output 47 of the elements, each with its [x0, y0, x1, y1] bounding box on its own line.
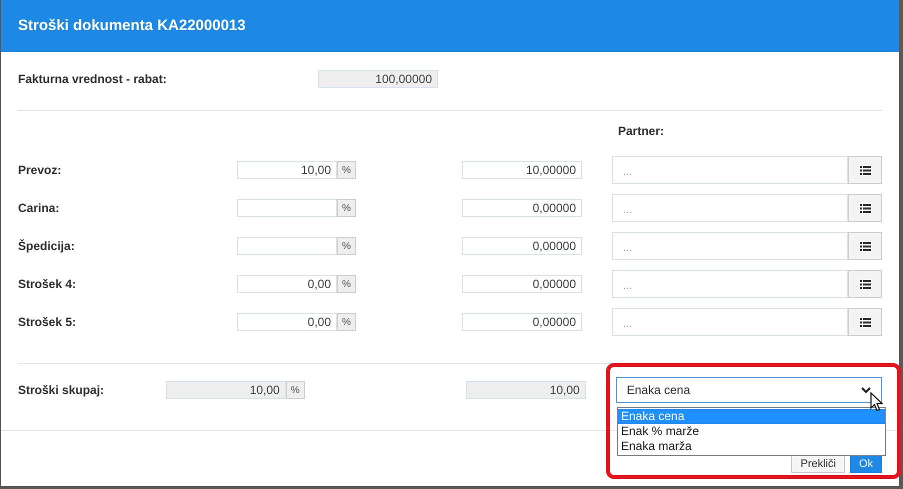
percent-field[interactable] [237, 199, 337, 217]
partner-list-button[interactable] [848, 156, 882, 184]
list-icon [860, 280, 870, 288]
partner-list-button[interactable] [848, 232, 882, 260]
distribution-select[interactable]: Enaka cena [616, 377, 882, 403]
amount-field[interactable]: 10,00000 [462, 161, 582, 179]
percent-addon: % [286, 381, 305, 399]
percent-addon: % [337, 313, 356, 331]
percent-addon: % [337, 275, 356, 293]
percent-field[interactable]: 0,00 [237, 275, 337, 293]
partner-list-button[interactable] [848, 270, 882, 298]
list-icon [860, 204, 870, 212]
partner-list-button[interactable] [848, 194, 882, 222]
field-label: Špedicija: [18, 238, 76, 255]
partner-heading: Partner: [618, 123, 664, 140]
list-icon [860, 242, 870, 250]
percent-addon: % [337, 199, 356, 217]
field-label: Stroški skupaj: [18, 382, 106, 399]
partner-field[interactable]: ... [612, 308, 848, 336]
list-icon [860, 318, 870, 326]
amount-field[interactable]: 0,00000 [462, 237, 582, 255]
amount-field[interactable]: 0,00000 [462, 275, 582, 293]
amount-field[interactable]: 0,00000 [462, 199, 582, 217]
field-label: Prevoz: [18, 162, 62, 179]
field-label: Strošek 5: [18, 314, 78, 331]
partner-field[interactable]: ... [612, 270, 848, 298]
field-label: Fakturna vrednost - rabat: [18, 71, 168, 88]
partner-field[interactable]: ... [612, 194, 848, 222]
list-icon [860, 166, 870, 174]
field-label: Carina: [18, 200, 60, 217]
percent-addon: % [337, 161, 356, 179]
dropdown-option[interactable]: Enaka marža [618, 439, 885, 454]
partner-list-button[interactable] [848, 308, 882, 336]
dropdown-option[interactable]: Enak % marže [618, 424, 885, 439]
percent-field[interactable] [237, 237, 337, 255]
invoice-value-field[interactable]: 100,00000 [318, 70, 438, 88]
total-percent-field[interactable]: 10,00 [166, 381, 286, 399]
chevron-down-icon [861, 386, 871, 394]
partner-field[interactable]: ... [612, 232, 848, 260]
partner-field[interactable]: ... [612, 156, 848, 184]
percent-field[interactable]: 10,00 [237, 161, 337, 179]
percent-addon: % [337, 237, 356, 255]
dialog-title: Stroški dokumenta KA22000013 [18, 16, 246, 36]
total-amount-field[interactable]: 10,00 [466, 381, 586, 399]
percent-field[interactable]: 0,00 [237, 313, 337, 331]
field-label: Strošek 4: [18, 276, 78, 293]
amount-field[interactable]: 0,00000 [462, 313, 582, 331]
